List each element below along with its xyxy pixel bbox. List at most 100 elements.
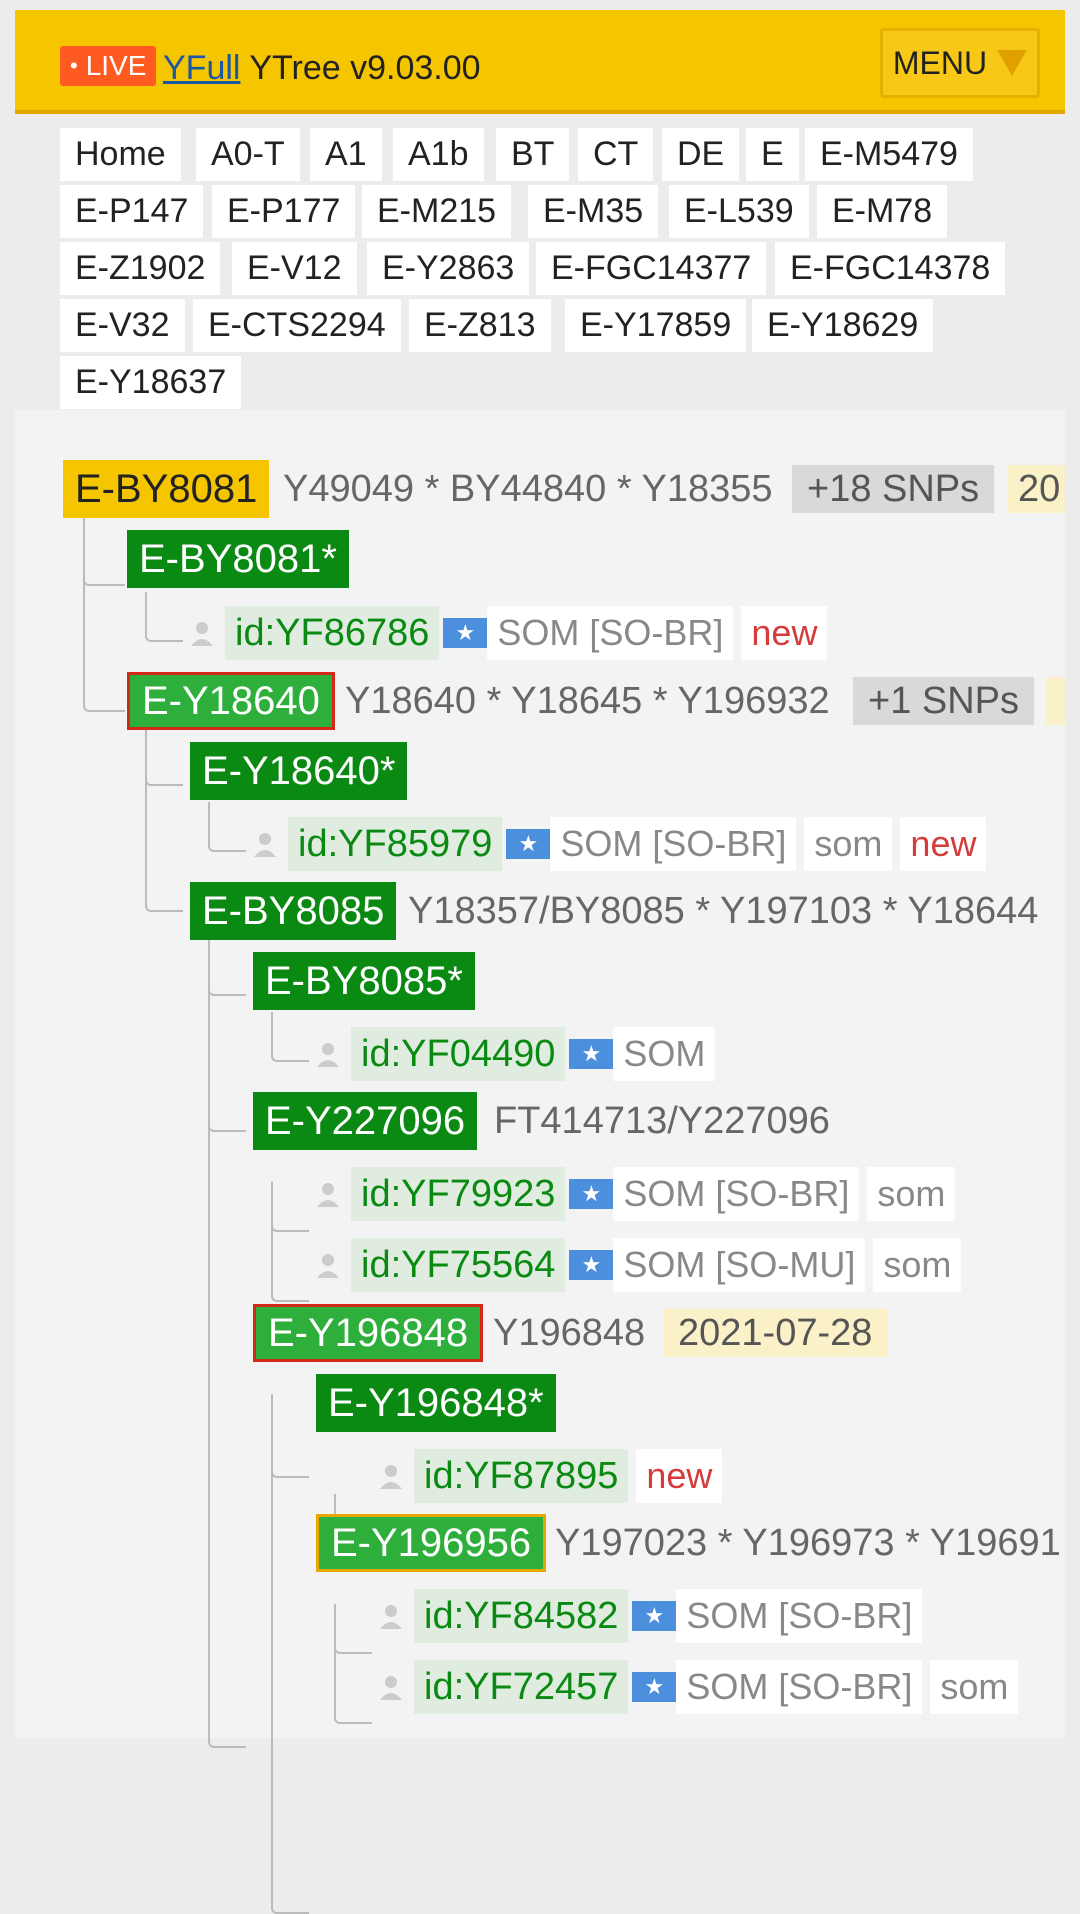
nav-e-y17859[interactable]: E-Y17859: [565, 299, 747, 352]
sample-id[interactable]: id:YF86786: [225, 606, 440, 660]
new-tag: new: [900, 817, 987, 871]
sample-row: id:YF84582 ★ SOM [SO-BR]: [376, 1589, 923, 1643]
sample-id[interactable]: id:YF84582: [414, 1589, 629, 1643]
date-badge: 20: [1008, 465, 1065, 513]
country-label: SOM [SO-BR]: [550, 817, 797, 871]
tree-connector: [208, 802, 246, 852]
nav-e-y2863[interactable]: E-Y2863: [367, 242, 530, 295]
tree-connector: [271, 1182, 309, 1302]
live-label: LIVE: [85, 50, 147, 81]
nav-e-cts2294[interactable]: E-CTS2294: [193, 299, 401, 352]
nav-e-fgc14377[interactable]: E-FGC14377: [536, 242, 767, 295]
nav-e-m78[interactable]: E-M78: [817, 185, 948, 238]
node-e-by8085[interactable]: E-BY8085: [190, 882, 397, 940]
sample-row: id:YF72457 ★ SOM [SO-BR] som: [376, 1660, 1019, 1714]
tree-connector: [208, 912, 246, 1132]
node-e-by8081[interactable]: E-BY8081: [63, 460, 270, 518]
node-e-y196848[interactable]: E-Y196848: [253, 1304, 484, 1362]
country-label: SOM [SO-BR]: [613, 1167, 860, 1221]
node-e-by8085-star[interactable]: E-BY8085*: [253, 952, 475, 1010]
nav-e-m5479[interactable]: E-M5479: [805, 128, 973, 181]
country-label: SOM: [613, 1027, 716, 1081]
top-bar: • LIVE YFull YTree v9.03.00 MENU: [15, 10, 1065, 114]
som-tag: som: [930, 1660, 1019, 1714]
nav-e-z813[interactable]: E-Z813: [409, 299, 551, 352]
somalia-flag-icon: ★: [632, 1672, 677, 1702]
triangle-down-icon: [997, 50, 1028, 76]
country-label: SOM [SO-BR]: [487, 606, 734, 660]
somalia-flag-icon: ★: [569, 1250, 614, 1280]
country-label: SOM [SO-BR]: [676, 1660, 923, 1714]
nav-e-p147[interactable]: E-P147: [60, 185, 204, 238]
nav-home[interactable]: Home: [60, 128, 181, 181]
node-snps: Y197023 * Y196973 * Y19691: [555, 1522, 1061, 1564]
live-badge: • LIVE: [60, 46, 157, 86]
person-icon: [380, 1676, 402, 1700]
yfull-link[interactable]: YFull: [163, 49, 240, 87]
node-e-y18640[interactable]: E-Y18640: [127, 672, 335, 730]
sample-id[interactable]: id:YF75564: [351, 1238, 566, 1292]
nav-bt[interactable]: BT: [496, 128, 570, 181]
nav-e-fgc14378[interactable]: E-FGC14378: [775, 242, 1006, 295]
somalia-flag-icon: ★: [569, 1039, 614, 1069]
live-dot-icon: •: [70, 53, 78, 78]
sample-id[interactable]: id:YF85979: [288, 817, 503, 871]
person-icon: [254, 833, 276, 857]
person-icon: [380, 1465, 402, 1489]
sample-row: id:YF04490 ★ SOM: [313, 1027, 716, 1081]
node-snps: FT414713/Y227096: [494, 1100, 830, 1142]
country-label: SOM [SO-MU]: [613, 1238, 866, 1292]
nav-a1b[interactable]: A1b: [393, 128, 484, 181]
new-tag: new: [636, 1449, 723, 1503]
nav-e-p177[interactable]: E-P177: [212, 185, 356, 238]
sample-row: id:YF79923 ★ SOM [SO-BR] som: [313, 1167, 956, 1221]
nav-e-v12[interactable]: E-V12: [232, 242, 357, 295]
somalia-flag-icon: ★: [569, 1179, 614, 1209]
sample-row: id:YF75564 ★ SOM [SO-MU] som: [313, 1238, 962, 1292]
node-e-y227096[interactable]: E-Y227096: [253, 1092, 478, 1150]
date-badge: [1046, 677, 1065, 725]
sample-id[interactable]: id:YF87895: [414, 1449, 629, 1503]
country-label: SOM [SO-BR]: [676, 1589, 923, 1643]
node-snps: Y18640 * Y18645 * Y196932: [345, 680, 830, 722]
node-e-by8081-star[interactable]: E-BY8081*: [127, 530, 349, 588]
tree-connector: [271, 1394, 309, 1478]
nav-ct[interactable]: CT: [578, 128, 654, 181]
node-e-y196956[interactable]: E-Y196956: [316, 1514, 547, 1572]
snp-count-badge[interactable]: +1 SNPs: [853, 677, 1035, 725]
sample-id[interactable]: id:YF72457: [414, 1660, 629, 1714]
nav-e-v32[interactable]: E-V32: [60, 299, 185, 352]
nav-de[interactable]: DE: [662, 128, 740, 181]
nav-a0-t[interactable]: A0-T: [196, 128, 300, 181]
person-icon: [317, 1254, 339, 1278]
nav-e-m35[interactable]: E-M35: [528, 185, 659, 238]
somalia-flag-icon: ★: [443, 618, 488, 648]
menu-label: MENU: [892, 44, 988, 81]
nav-e-l539[interactable]: E-L539: [669, 185, 809, 238]
nav-e-y18637[interactable]: E-Y18637: [60, 356, 242, 409]
nav-e-z1902[interactable]: E-Z1902: [60, 242, 221, 295]
nav-e[interactable]: E: [746, 128, 799, 181]
app-title: YFull YTree v9.03.00: [163, 48, 481, 88]
sample-row: id:YF86786 ★ SOM [SO-BR] new: [187, 606, 828, 660]
person-icon: [191, 622, 213, 646]
sample-row: id:YF85979 ★ SOM [SO-BR] som new: [250, 817, 987, 871]
snp-count-badge[interactable]: +18 SNPs: [792, 465, 995, 513]
person-icon: [317, 1043, 339, 1067]
date-badge: 2021-07-28: [663, 1309, 888, 1357]
nav-e-y18629[interactable]: E-Y18629: [752, 299, 934, 352]
sample-id[interactable]: id:YF79923: [351, 1167, 566, 1221]
sample-row: id:YF87895 new: [376, 1449, 723, 1503]
nav-e-m215[interactable]: E-M215: [362, 185, 512, 238]
somalia-flag-icon: ★: [632, 1601, 677, 1631]
sample-id[interactable]: id:YF04490: [351, 1027, 566, 1081]
node-e-y196848-star[interactable]: E-Y196848*: [316, 1374, 556, 1432]
menu-button[interactable]: MENU: [880, 28, 1040, 98]
tree-panel: E-BY8081 Y49049 * BY44840 * Y18355 +18 S…: [15, 410, 1065, 1914]
som-tag: som: [867, 1167, 956, 1221]
app-version: YTree v9.03.00: [249, 49, 481, 87]
new-tag: new: [741, 606, 828, 660]
node-snps: Y196848: [493, 1312, 646, 1354]
nav-a1[interactable]: A1: [310, 128, 382, 181]
node-e-y18640-star[interactable]: E-Y18640*: [190, 742, 408, 800]
